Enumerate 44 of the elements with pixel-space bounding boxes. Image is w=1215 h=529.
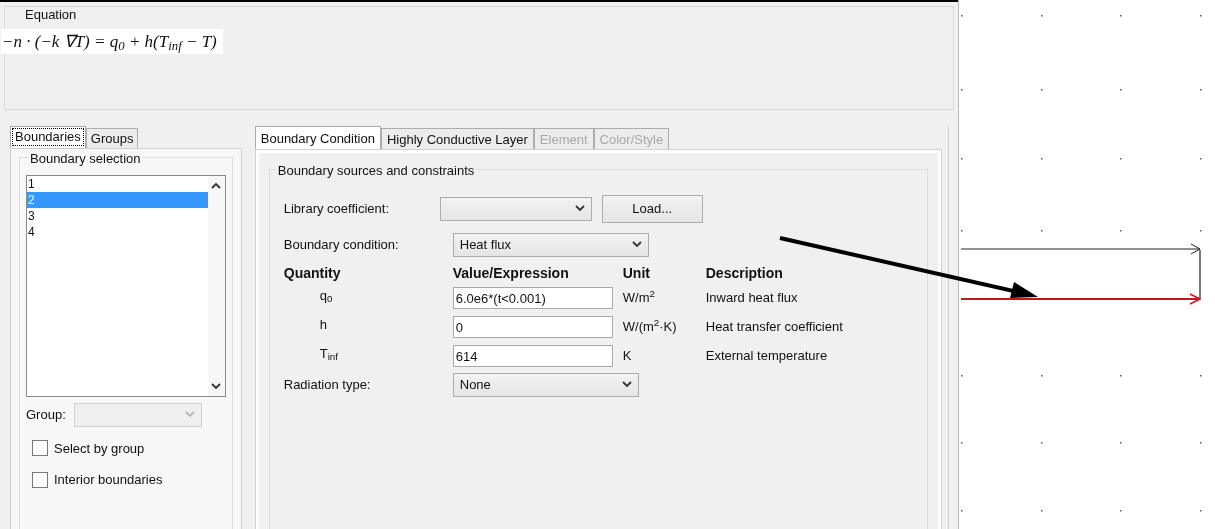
checkbox[interactable]	[32, 471, 48, 488]
equation-label: Equation	[24, 6, 78, 24]
description-label: Inward heat flux	[705, 289, 799, 308]
column-header: Description	[705, 263, 784, 283]
unit-label: K	[622, 347, 633, 366]
checkbox[interactable]	[32, 440, 48, 457]
equation-formula: −n · (−k ∇T) = q$_{0}$ + h(T$_{inf}$ − T)	[1, 28, 223, 54]
description-label: External temperature	[705, 347, 829, 366]
unit-label: W/m$^{2}$	[622, 288, 656, 308]
radiation-type-dropdown[interactable]: None	[452, 372, 639, 397]
checkbox-label: Select by group	[54, 439, 145, 458]
tab[interactable]: Boundaries	[10, 126, 86, 148]
value-field[interactable]: 614	[452, 345, 613, 367]
chevron-down-icon	[184, 411, 195, 418]
checkbox-label: Interior boundaries	[54, 471, 163, 489]
tab[interactable]: Highly Conductive Layer	[380, 128, 534, 149]
unit-label: W/(m$^{2}$·K)	[622, 317, 678, 337]
column-header: Value/Expression	[452, 263, 570, 283]
tab[interactable]: Groups	[85, 128, 139, 148]
chevron-down-icon[interactable]	[211, 382, 222, 390]
group-label: Group:	[26, 405, 66, 424]
chevron-down-icon	[621, 381, 632, 388]
tab[interactable]: Boundary Condition	[254, 126, 381, 149]
list-item[interactable]: 4	[27, 223, 208, 240]
chevron-down-icon	[631, 241, 642, 248]
value-field[interactable]: 0	[452, 316, 613, 338]
list-item[interactable]: 1	[27, 175, 208, 192]
scrollbar[interactable]	[207, 175, 225, 396]
chevron-down-icon	[574, 205, 585, 212]
column-header: Quantity	[283, 263, 342, 283]
quantity-symbol: h	[318, 315, 328, 334]
connector-line	[1199, 249, 1201, 300]
column-header: Unit	[622, 263, 651, 283]
library-coefficient-label: Library coefficient:	[283, 199, 390, 218]
list-item[interactable]: 3	[27, 207, 208, 224]
boundary-condition-dropdown[interactable]: Heat flux	[452, 232, 649, 257]
quantity-symbol: T$_{inf}$	[318, 344, 339, 364]
radiation-type-label: Radiation type:	[283, 375, 372, 394]
quantity-symbol: q$_{0}$	[318, 286, 334, 306]
load-button[interactable]: Load...	[601, 194, 703, 223]
value-field[interactable]: 6.0e6*(t<0.001)	[452, 287, 613, 309]
description-label: Heat transfer coefficient	[705, 318, 844, 337]
boundary-condition-label: Boundary condition:	[283, 235, 400, 254]
chevron-up-icon[interactable]	[211, 181, 222, 189]
